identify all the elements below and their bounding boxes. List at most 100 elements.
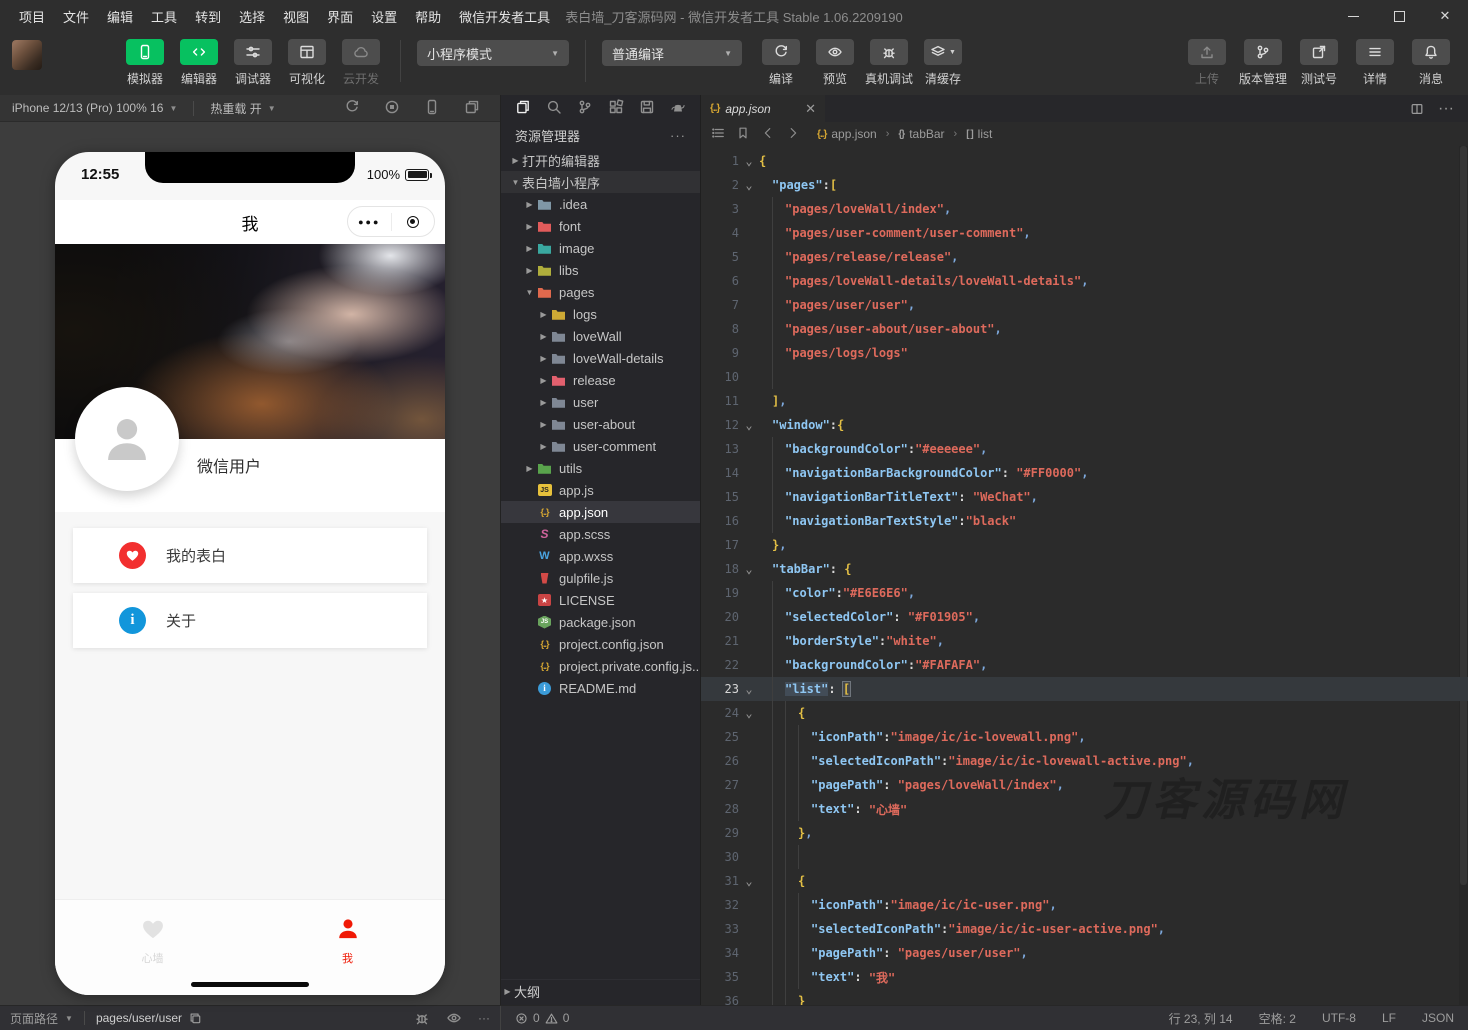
code-line[interactable]: 6"pages/loveWall-details/loveWall-detail… [701, 269, 1468, 293]
tree-item-pages[interactable]: ▼pages [501, 281, 700, 303]
code-area[interactable]: 刀客源码网 1⌄{2⌄"pages":[3"pages/loveWall/ind… [701, 146, 1468, 1005]
bug-icon[interactable] [414, 1010, 430, 1026]
code-line[interactable]: 1⌄{ [701, 149, 1468, 173]
code-line[interactable]: 16"navigationBarTextStyle":"black" [701, 509, 1468, 533]
maximize-button[interactable] [1376, 0, 1422, 32]
tree-item-user-comment[interactable]: ▶user-comment [501, 435, 700, 457]
language-mode[interactable]: JSON [1422, 1011, 1454, 1025]
code-line[interactable]: 34"pagePath": "pages/user/user", [701, 941, 1468, 965]
code-line[interactable]: 36} [701, 989, 1468, 1005]
tree-item-gulpfile[interactable]: gulpfile.js [501, 567, 700, 589]
visual-button[interactable]: 可视化 [284, 39, 330, 87]
code-line[interactable]: 18⌄"tabBar": { [701, 557, 1468, 581]
fold-chevron-icon[interactable]: ⌄ [739, 156, 759, 166]
phone-tab-heart-wall[interactable]: 心墙 [55, 900, 250, 995]
minimize-button[interactable] [1330, 0, 1376, 32]
tree-item-app-wxss[interactable]: Wapp.wxss [501, 545, 700, 567]
tree-item-app-js[interactable]: JSapp.js [501, 479, 700, 501]
sim-detach-window-button[interactable] [464, 99, 480, 118]
tree-item-utils[interactable]: ▶utils [501, 457, 700, 479]
tree-item-image[interactable]: ▶image [501, 237, 700, 259]
problems-indicator[interactable]: 0 0 [500, 1006, 700, 1030]
code-line[interactable]: 12⌄"window":{ [701, 413, 1468, 437]
code-line[interactable]: 31⌄{ [701, 869, 1468, 893]
fold-chevron-icon[interactable]: ⌄ [739, 420, 759, 430]
menu-item-devtools[interactable]: 微信开发者工具 [450, 5, 559, 28]
code-line[interactable]: 33"selectedIconPath":"image/ic/ic-user-a… [701, 917, 1468, 941]
sim-stop-button[interactable] [384, 99, 400, 118]
code-line[interactable]: 21"borderStyle":"white", [701, 629, 1468, 653]
more-menu-icon[interactable]: ●●● [348, 217, 391, 227]
code-line[interactable]: 32"iconPath":"image/ic/ic-user.png", [701, 893, 1468, 917]
encoding[interactable]: UTF-8 [1322, 1011, 1356, 1025]
avatar[interactable] [75, 387, 179, 491]
tree-item-libs[interactable]: ▶libs [501, 259, 700, 281]
home-capsule-icon[interactable] [392, 216, 435, 228]
page-path-label[interactable]: 页面路径 [10, 1010, 58, 1027]
code-line[interactable]: 14"navigationBarBackgroundColor": "#FF00… [701, 461, 1468, 485]
code-line[interactable]: 10 [701, 365, 1468, 389]
fold-chevron-icon[interactable]: ⌄ [739, 684, 759, 694]
code-line[interactable]: 17}, [701, 533, 1468, 557]
tree-item-app-json[interactable]: {..}app.json [501, 501, 700, 523]
details-button[interactable]: 详情 [1352, 39, 1398, 87]
menu-item-view[interactable]: 视图 [274, 5, 318, 28]
menu-item-help[interactable]: 帮助 [406, 5, 450, 28]
indentation[interactable]: 空格: 2 [1259, 1010, 1296, 1027]
activity-npm-button[interactable] [639, 99, 655, 118]
code-line[interactable]: 23⌄"list": [ [701, 677, 1468, 701]
code-line[interactable]: 5"pages/release/release", [701, 245, 1468, 269]
activity-extensions-button[interactable] [608, 99, 624, 118]
tree-item-font[interactable]: ▶font [501, 215, 700, 237]
tree-item-lovewall-details[interactable]: ▶loveWall-details [501, 347, 700, 369]
code-line[interactable]: 28"text": "心墙" [701, 797, 1468, 821]
device-selector[interactable]: iPhone 12/13 (Pro) 100% 16 [12, 101, 163, 115]
tree-item-project-private-config[interactable]: {..}project.private.config.js... [501, 655, 700, 677]
code-line[interactable]: 27"pagePath": "pages/loveWall/index", [701, 773, 1468, 797]
code-line[interactable]: 29}, [701, 821, 1468, 845]
tree-item-lovewall[interactable]: ▶loveWall [501, 325, 700, 347]
menu-item-edit[interactable]: 编辑 [98, 5, 142, 28]
menu-item-select[interactable]: 选择 [230, 5, 274, 28]
menu-item-goto[interactable]: 转到 [186, 5, 230, 28]
simulator-button[interactable]: 模拟器 [122, 39, 168, 87]
cursor-position[interactable]: 行 23, 列 14 [1169, 1010, 1233, 1027]
section-project-root[interactable]: ▼表白墙小程序 [501, 171, 700, 193]
cell-about[interactable]: i关于 [73, 593, 427, 648]
sim-device-button[interactable] [424, 99, 440, 118]
sim-restart-button[interactable] [344, 99, 360, 118]
navigate-forward-icon[interactable] [786, 126, 800, 143]
more-actions-icon[interactable]: ··· [670, 128, 686, 143]
tree-item-readme[interactable]: iREADME.md [501, 677, 700, 699]
eol[interactable]: LF [1382, 1011, 1396, 1025]
code-line[interactable]: 8"pages/user-about/user-about", [701, 317, 1468, 341]
code-line[interactable]: 3"pages/loveWall/index", [701, 197, 1468, 221]
compile-button[interactable]: 编译 [758, 39, 804, 87]
activity-source-control-button[interactable] [577, 99, 593, 118]
more-actions-icon[interactable]: ··· [478, 1011, 490, 1025]
bookmark-icon[interactable] [736, 126, 750, 143]
activity-search-button[interactable] [546, 99, 562, 118]
compile-mode-dropdown[interactable]: 普通编译 ▼ [602, 40, 742, 66]
code-line[interactable]: 7"pages/user/user", [701, 293, 1468, 317]
outline-section[interactable]: ▶ 大纲 [501, 979, 700, 1003]
activity-utilities-button[interactable] [670, 99, 686, 118]
user-avatar[interactable] [12, 40, 42, 70]
phone-tab-me[interactable]: 我 [250, 900, 445, 995]
navigate-back-icon[interactable] [761, 126, 775, 143]
tree-item-license[interactable]: ★LICENSE [501, 589, 700, 611]
cloud-dev-button[interactable]: 云开发 [338, 39, 384, 87]
debugger-button[interactable]: 调试器 [230, 39, 276, 87]
menu-item-interface[interactable]: 界面 [318, 5, 362, 28]
tree-item-user[interactable]: ▶user [501, 391, 700, 413]
code-line[interactable]: 30 [701, 845, 1468, 869]
fold-chevron-icon[interactable]: ⌄ [739, 180, 759, 190]
clear-cache-button[interactable]: ▼清缓存 [920, 39, 966, 87]
tree-item-project-config[interactable]: {..}project.config.json [501, 633, 700, 655]
version-control-button[interactable]: 版本管理 [1240, 39, 1286, 87]
fold-chevron-icon[interactable]: ⌄ [739, 876, 759, 886]
code-line[interactable]: 11], [701, 389, 1468, 413]
close-button[interactable]: ✕ [1422, 0, 1468, 32]
code-line[interactable]: 13"backgroundColor":"#eeeeee", [701, 437, 1468, 461]
code-line[interactable]: 26"selectedIconPath":"image/ic/ic-lovewa… [701, 749, 1468, 773]
